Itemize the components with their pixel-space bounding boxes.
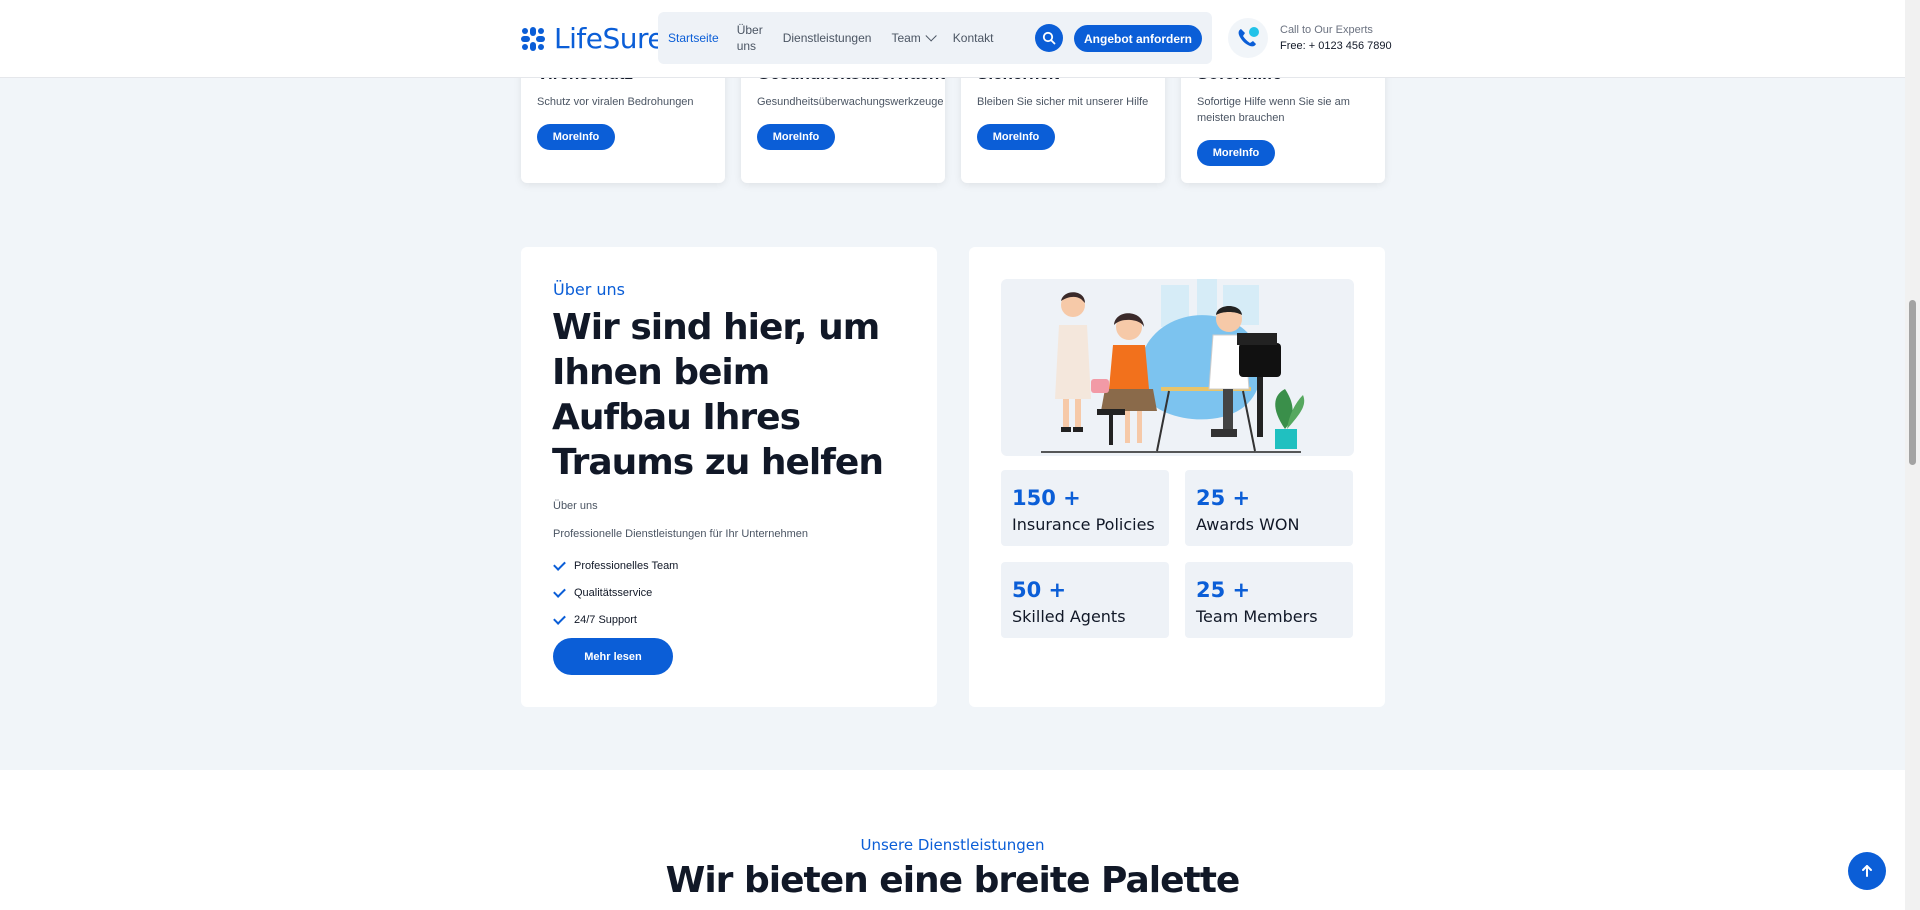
check-icon — [553, 614, 564, 625]
doctor-consultation-illustration — [1001, 279, 1354, 456]
arrow-up-icon — [1862, 865, 1872, 877]
more-info-button[interactable]: MoreInfo — [757, 124, 835, 150]
back-to-top-button[interactable] — [1848, 852, 1886, 890]
stat-number: 25 + — [1196, 486, 1251, 510]
stats-panel: 150 + Insurance Policies 25 + Awards WON… — [969, 247, 1385, 707]
about-heading: Wir sind hier, um Ihnen beim Aufbau Ihre… — [552, 307, 884, 483]
check-icon — [553, 560, 564, 571]
check-item: Professionelles Team — [553, 552, 678, 579]
feature-card-desc: Sofortige Hilfe wenn Sie sie am meisten … — [1197, 96, 1350, 124]
stat-card: 150 + Insurance Policies — [1001, 470, 1169, 546]
check-item-label: 24/7 Support — [574, 613, 637, 626]
check-item: Qualitätsservice — [553, 579, 678, 606]
nav-item-about-line2: uns — [736, 39, 757, 53]
more-info-button[interactable]: MoreInfo — [537, 124, 615, 150]
search-icon — [1042, 31, 1056, 45]
feature-card-desc: Gesundheitsüberwachungswerkzeuge — [757, 96, 944, 108]
phone-icon — [1238, 27, 1259, 47]
check-icon — [553, 587, 564, 598]
check-item-label: Qualitätsservice — [574, 586, 653, 599]
about-subtitle: Über uns — [553, 500, 598, 512]
stat-label: Team Members — [1196, 607, 1318, 626]
check-item: 24/7 Support — [553, 606, 678, 633]
chevron-down-icon — [925, 30, 937, 42]
stat-card: 25 + Team Members — [1185, 562, 1353, 638]
check-item-label: Professionelles Team — [574, 559, 679, 572]
page-scrollbar[interactable] — [1905, 0, 1920, 910]
stat-card: 25 + Awards WON — [1185, 470, 1353, 546]
services-heading: Wir bieten eine breite Palette — [665, 860, 1241, 901]
stat-number: 50 + — [1012, 578, 1067, 602]
search-button[interactable] — [1035, 24, 1063, 52]
main-nav: Startseite Über uns Dienstleistungen Tea… — [658, 12, 1212, 64]
scrollbar-thumb[interactable] — [1909, 300, 1916, 465]
nav-item-home[interactable]: Startseite — [658, 30, 729, 46]
contact-info[interactable]: Call to Our Experts Free: + 0123 456 789… — [1228, 18, 1392, 58]
services-eyebrow: Unsere Dienstleistungen — [860, 836, 1045, 854]
about-card: Über uns Wir sind hier, um Ihnen beim Au… — [521, 247, 937, 707]
more-info-button[interactable]: MoreInfo — [977, 124, 1055, 150]
about-checklist: Professionelles Team Qualitätsservice 24… — [553, 552, 678, 633]
page: Virenschutz Schutz vor viralen Bedrohung… — [0, 0, 1905, 910]
feature-card-desc: Bleiben Sie sicher mit unserer Hilfe — [977, 96, 1149, 108]
stat-number: 25 + — [1196, 578, 1251, 602]
request-quote-button[interactable]: Angebot anfordern — [1074, 25, 1202, 52]
nav-item-services[interactable]: Dienstleistungen — [773, 30, 882, 46]
stat-label: Awards WON — [1196, 515, 1300, 534]
contact-phone: Free: + 0123 456 7890 — [1280, 40, 1392, 52]
stat-number: 150 + — [1012, 486, 1081, 510]
illustration-image — [1041, 279, 1305, 453]
about-description: Professionelle Dienstleistungen für Ihr … — [553, 528, 808, 540]
logo-text: LifeSure — [554, 22, 665, 55]
nav-item-team-label: Team — [891, 31, 921, 45]
stat-label: Insurance Policies — [1012, 515, 1155, 534]
stat-card: 50 + Skilled Agents — [1001, 562, 1169, 638]
about-eyebrow: Über uns — [553, 280, 625, 299]
nav-item-contact[interactable]: Kontakt — [943, 30, 1004, 46]
nav-item-team[interactable]: Team — [881, 30, 942, 46]
contact-text: Call to Our Experts Free: + 0123 456 789… — [1280, 22, 1392, 54]
contact-label: Call to Our Experts — [1280, 24, 1373, 36]
site-header: LifeSure Startseite Über uns Dienstleist… — [0, 0, 1905, 78]
nav-item-about-line1: Über — [736, 23, 763, 37]
stat-label: Skilled Agents — [1012, 607, 1126, 626]
nav-item-about[interactable]: Über uns — [729, 22, 773, 54]
services-section: Unsere Dienstleistungen Wir bieten eine … — [0, 770, 1905, 910]
logo-icon — [521, 26, 545, 51]
read-more-button[interactable]: Mehr lesen — [553, 638, 673, 675]
phone-icon-wrap — [1228, 18, 1268, 58]
logo[interactable]: LifeSure — [520, 22, 665, 55]
more-info-button[interactable]: MoreInfo — [1197, 140, 1275, 166]
feature-card-desc: Schutz vor viralen Bedrohungen — [537, 96, 694, 108]
